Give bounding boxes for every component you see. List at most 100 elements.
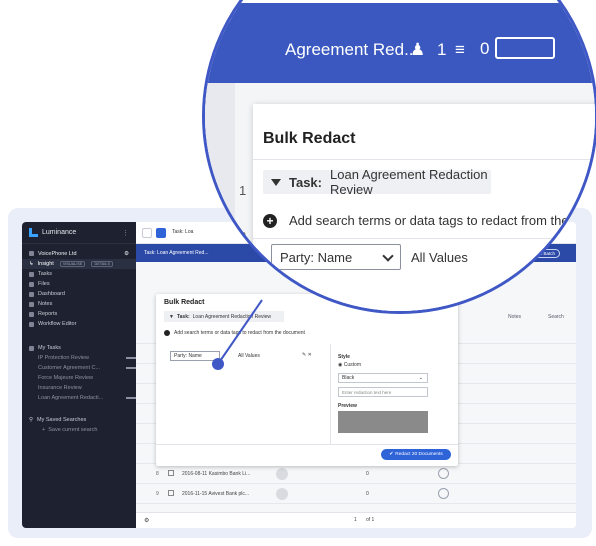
- row-number: 3: [239, 269, 247, 284]
- table-row[interactable]: 9 2016-11-15 Avivest Bank plc... 0: [136, 484, 576, 504]
- add-circle-icon: +: [263, 213, 277, 228]
- custom-radio[interactable]: ◉ Custom: [338, 362, 361, 368]
- folder-icon: [29, 281, 34, 287]
- my-tasks-heading[interactable]: My Tasks: [22, 343, 136, 353]
- assignee-avatar[interactable]: [276, 488, 288, 500]
- notes-icon: [29, 301, 34, 307]
- dialog-title: Bulk Redact: [164, 299, 205, 306]
- all-values-label[interactable]: All Values: [238, 353, 260, 359]
- status-circle[interactable]: [438, 488, 449, 499]
- tag-select[interactable]: Party: Name: [271, 244, 401, 270]
- sidebar-item-label: Workflow Editor: [38, 321, 77, 327]
- magnifier-lens: Agreement Red... ♟ 1 ≡ 0 1 2 3 Bulk Reda…: [202, 0, 596, 314]
- sidebar-item-workflow-editor[interactable]: Workflow Editor: [22, 319, 136, 329]
- filter-prefix: Task:: [289, 174, 322, 190]
- sidebar-header: Luminance ⋮: [22, 222, 136, 244]
- sidebar-item-tasks[interactable]: Tasks: [22, 269, 136, 279]
- sidebar-item-reports[interactable]: Reports: [22, 309, 136, 319]
- add-search-label: Add search terms or data tags to redact …: [174, 330, 305, 336]
- task-item[interactable]: Insurance Review: [22, 383, 136, 393]
- style-heading: Style: [338, 354, 350, 360]
- task-title: Task: Loan Agreement Red...: [144, 250, 209, 256]
- company-icon: [29, 251, 34, 256]
- filter-value: Loan Agreement Redaction Review: [192, 313, 272, 320]
- all-values-label[interactable]: All Values: [411, 250, 468, 265]
- settings-icon[interactable]: ⚙: [144, 517, 149, 524]
- task-item[interactable]: IP Protection Review: [22, 353, 136, 363]
- document-name[interactable]: 2016-11-15 Avivest Bank plc...: [182, 491, 249, 497]
- progress-bar: [126, 367, 136, 369]
- table-row[interactable]: 8 2016-08-11 Kasimbo Bank Li... 0: [136, 464, 576, 484]
- document-icon: [168, 490, 174, 496]
- row-value: 0: [366, 491, 369, 497]
- company-selector[interactable]: VoicePhone Ltd ⚙: [22, 248, 136, 259]
- dashboard-icon: [29, 291, 34, 297]
- chevron-down-icon: [382, 250, 394, 262]
- task-item-label: Insurance Review: [38, 385, 82, 391]
- task-filter-chip[interactable]: ▼ Task: Loan Agreement Redaction Review: [164, 311, 284, 322]
- row-number: 8: [156, 471, 159, 477]
- menu-dots-icon[interactable]: ⋮: [122, 229, 129, 237]
- chevron-down-icon: ⌄: [418, 375, 423, 381]
- add-search-terms[interactable]: + Add search terms or data tags to redac…: [263, 213, 596, 228]
- document-name[interactable]: 2016-08-11 Kasimbo Bank Li...: [182, 471, 250, 477]
- details-tag[interactable]: DETAILS: [91, 261, 114, 267]
- people-icon: ♟: [410, 40, 426, 59]
- add-circle-icon: [164, 330, 170, 336]
- tag-select[interactable]: Party: Name: [170, 351, 220, 361]
- save-search-link[interactable]: + Save current search: [22, 425, 136, 435]
- save-search-label: Save current search: [48, 427, 98, 433]
- assignee-avatar[interactable]: [276, 468, 288, 480]
- settings-button[interactable]: [142, 228, 152, 238]
- sidebar-item-dashboard[interactable]: Dashboard: [22, 289, 136, 299]
- redact-button-label: Redact 20 Documents: [395, 452, 443, 457]
- visualise-tag[interactable]: VISUALISE: [59, 261, 86, 267]
- list-count: 0: [480, 39, 490, 58]
- task-item[interactable]: Force Majeure Review: [22, 373, 136, 383]
- add-search-label: Add search terms or data tags to redact …: [289, 213, 596, 228]
- sidebar-item-files[interactable]: Files: [22, 279, 136, 289]
- saved-searches-heading[interactable]: ⚲ My Saved Searches: [22, 415, 136, 425]
- plus-icon: +: [42, 427, 46, 433]
- lens-dialog: Bulk Redact Task: Loan Agreement Redacti…: [253, 104, 596, 311]
- dialog-divider: [330, 344, 331, 444]
- document-icon: [168, 470, 174, 476]
- people-count: 1: [437, 40, 447, 59]
- sidebar-item-label: Notes: [38, 301, 53, 307]
- dialog-divider: [253, 238, 595, 239]
- settings-icon[interactable]: ⚙: [124, 251, 129, 257]
- task-item-label: Force Majeure Review: [38, 375, 94, 381]
- row-number: 1: [239, 183, 247, 198]
- check-icon: ✔: [389, 452, 394, 457]
- sidebar-item-notes[interactable]: Notes: [22, 299, 136, 309]
- workflow-icon: [29, 321, 34, 327]
- stage: Luminance ⋮ VoicePhone Ltd ⚙ ↳ Insight V…: [0, 0, 596, 546]
- task-item[interactable]: Customer Agreement C...: [22, 363, 136, 373]
- lens-topbar-box[interactable]: [495, 37, 555, 59]
- filter-prefix: Task:: [176, 313, 190, 320]
- filter-icon: [271, 178, 281, 186]
- status-circle[interactable]: [438, 468, 449, 479]
- column-header-notes[interactable]: Notes: [508, 314, 521, 320]
- luminance-logo-icon: [29, 228, 38, 237]
- task-item-label: Loan Agreement Redacti...: [38, 395, 104, 401]
- page-current[interactable]: 1: [354, 517, 357, 523]
- redaction-text-placeholder: Enter redaction text here: [342, 389, 392, 395]
- row-number: 2: [239, 229, 247, 244]
- page-total: of 1: [366, 517, 375, 523]
- edit-delete-icons[interactable]: ✎ ✕: [302, 352, 312, 358]
- redact-documents-button[interactable]: ✔ Redact 20 Documents: [381, 449, 451, 460]
- list-icon: ≡: [455, 40, 465, 59]
- redaction-text-input[interactable]: Enter redaction text here: [338, 387, 428, 397]
- sidebar: Luminance ⋮ VoicePhone Ltd ⚙ ↳ Insight V…: [22, 222, 136, 528]
- color-select[interactable]: Black ⌄: [338, 373, 428, 383]
- task-filter-chip[interactable]: Task: Loan Agreement Redaction Review: [263, 167, 491, 197]
- row-number: 9: [156, 491, 159, 497]
- column-header-search[interactable]: Search: [548, 314, 564, 320]
- list-view-button[interactable]: [156, 228, 166, 238]
- topbar-filter[interactable]: Task: Loa: [172, 229, 193, 235]
- sidebar-item-insight[interactable]: ↳ Insight VISUALISE DETAILS: [22, 259, 136, 269]
- add-search-terms[interactable]: Add search terms or data tags to redact …: [164, 330, 305, 336]
- task-item[interactable]: Loan Agreement Redacti...: [22, 393, 136, 403]
- my-tasks-label: My Tasks: [38, 345, 61, 351]
